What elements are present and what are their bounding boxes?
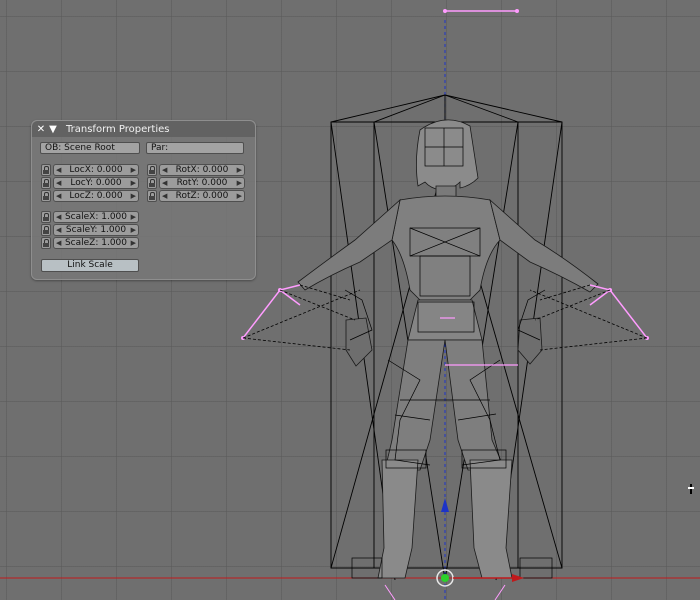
lock-icon[interactable] — [41, 211, 51, 223]
locx-field[interactable]: ◀ LocX: 0.000 ▶ — [53, 164, 139, 176]
scalex-field[interactable]: ◀ ScaleX: 1.000 ▶ — [53, 211, 139, 223]
lock-icon[interactable] — [41, 164, 51, 176]
scalez-field[interactable]: ◀ ScaleZ: 1.000 ▶ — [53, 237, 139, 249]
transform-properties-panel[interactable]: ✕ ▼ Transform Properties OB: Scene Root … — [31, 120, 256, 280]
lock-icon[interactable] — [147, 164, 157, 176]
rotz-field[interactable]: ◀ RotZ: 0.000 ▶ — [159, 190, 245, 202]
link-scale-button[interactable]: Link Scale — [41, 259, 139, 272]
lock-icon[interactable] — [41, 224, 51, 236]
scaley-field[interactable]: ◀ ScaleY: 1.000 ▶ — [53, 224, 139, 236]
3d-viewport[interactable]: ✕ ▼ Transform Properties OB: Scene Root … — [0, 0, 700, 600]
lock-icon[interactable] — [147, 177, 157, 189]
lock-icon[interactable] — [41, 177, 51, 189]
lock-icon[interactable] — [147, 190, 157, 202]
panel-title: Transform Properties — [66, 123, 170, 135]
scene-canvas[interactable] — [0, 0, 700, 600]
lock-icon[interactable] — [41, 237, 51, 249]
close-icon[interactable]: ✕ — [36, 124, 46, 135]
lock-icon[interactable] — [41, 190, 51, 202]
3d-cursor-icon — [688, 484, 694, 494]
parent-field[interactable]: Par: — [146, 142, 244, 154]
rotx-field[interactable]: ◀ RotX: 0.000 ▶ — [159, 164, 245, 176]
roty-field[interactable]: ◀ RotY: 0.000 ▶ — [159, 177, 245, 189]
locy-field[interactable]: ◀ LocY: 0.000 ▶ — [53, 177, 139, 189]
locz-field[interactable]: ◀ LocZ: 0.000 ▶ — [53, 190, 139, 202]
collapse-triangle-icon[interactable]: ▼ — [48, 124, 58, 135]
object-name-field[interactable]: OB: Scene Root — [40, 142, 140, 154]
panel-header[interactable]: ✕ ▼ Transform Properties — [32, 121, 255, 137]
